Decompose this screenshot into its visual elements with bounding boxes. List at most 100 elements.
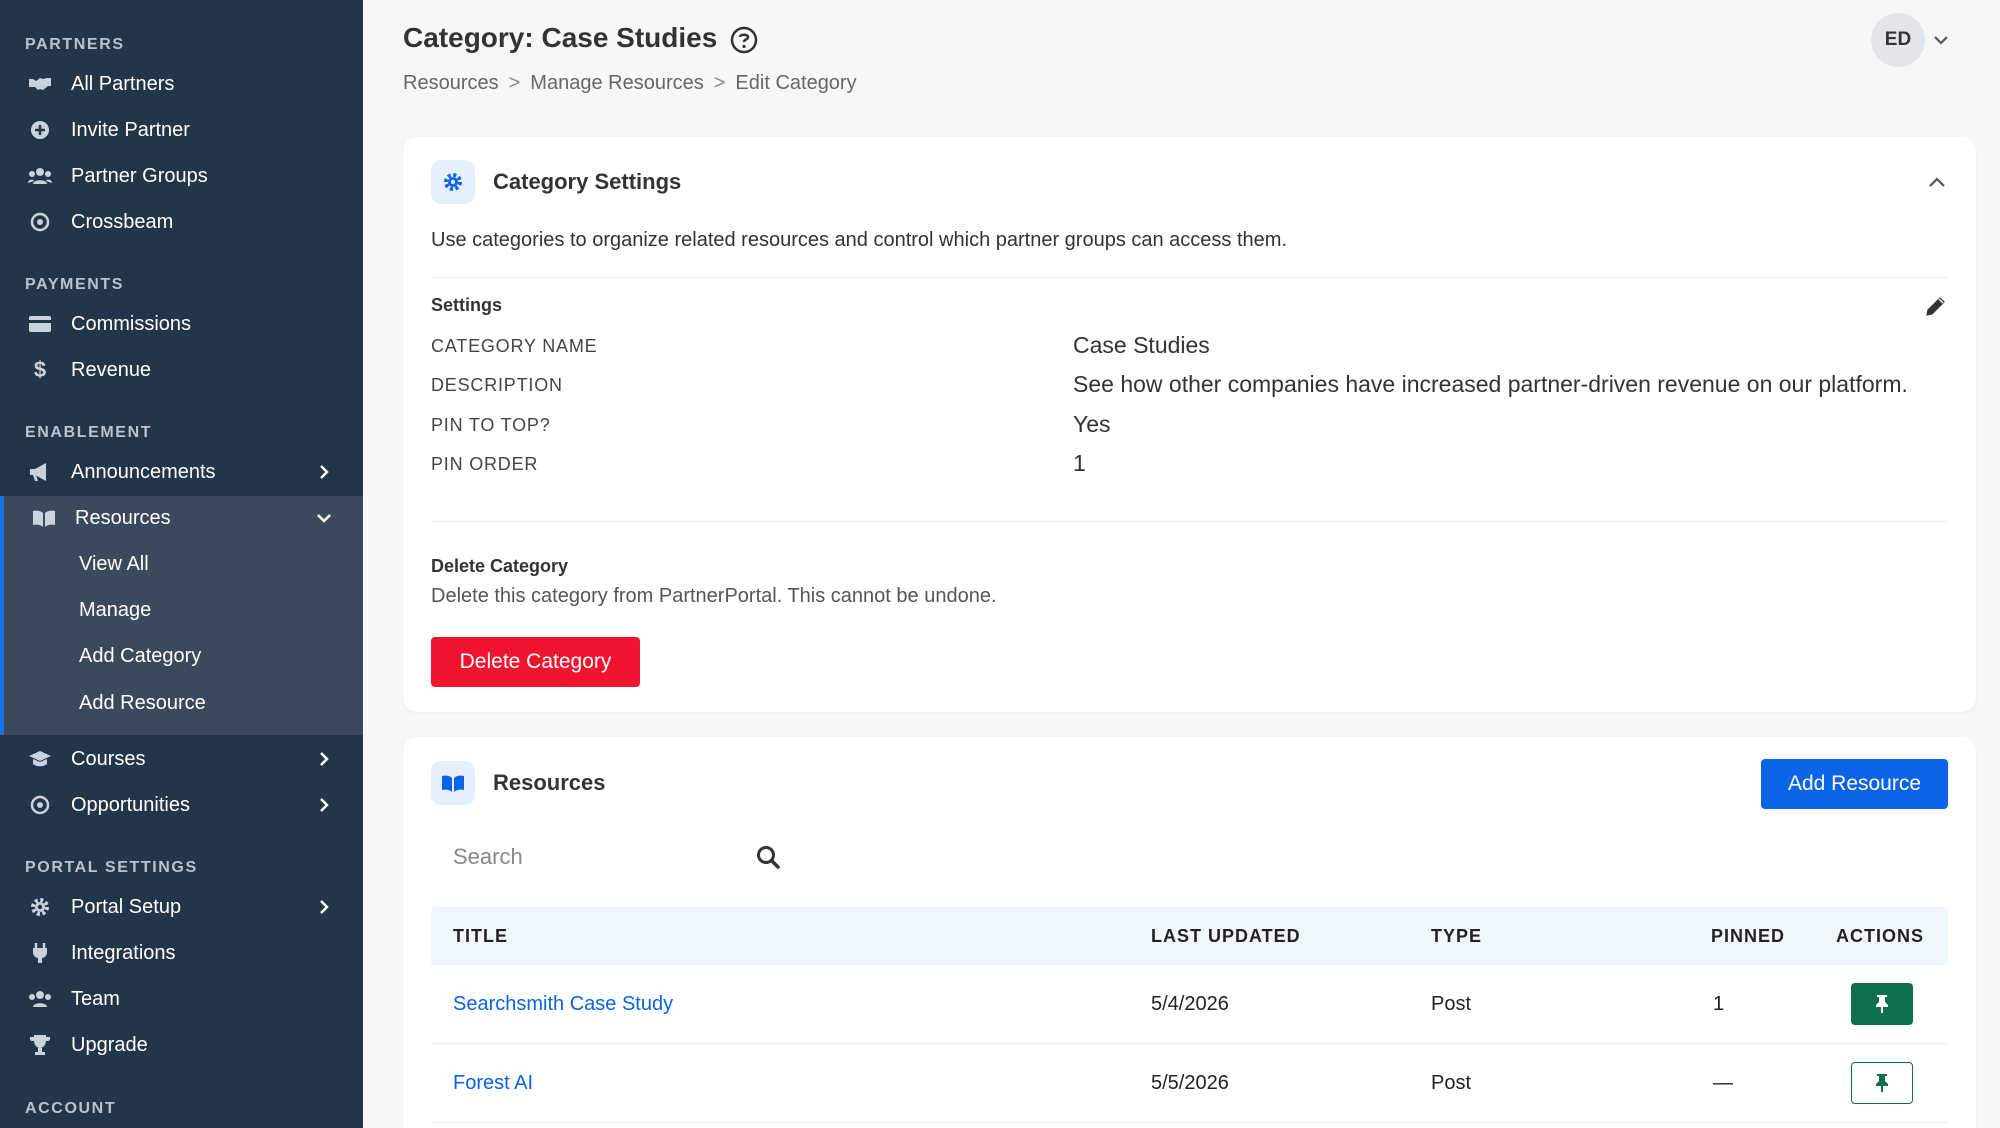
sidebar-item-integrations[interactable]: Integrations bbox=[0, 931, 363, 975]
divider bbox=[431, 521, 1948, 522]
help-icon[interactable] bbox=[730, 26, 758, 54]
breadcrumb-edit-category: Edit Category bbox=[735, 72, 857, 94]
chevron-down-icon[interactable] bbox=[1932, 31, 1950, 49]
chevron-right-icon bbox=[320, 465, 329, 479]
card-description: Use categories to organize related resou… bbox=[431, 229, 1288, 251]
sidebar-item-team[interactable]: Team bbox=[0, 977, 363, 1021]
sidebar-item-all-partners[interactable]: All Partners bbox=[0, 62, 363, 106]
sidebar: PARTNERS All Partners Invite Partner Par… bbox=[0, 0, 363, 1128]
cell-last-updated: 5/4/2026 bbox=[1151, 993, 1229, 1015]
sidebar-item-commissions[interactable]: Commissions bbox=[0, 302, 363, 346]
cell-pinned: 1 bbox=[1713, 993, 1725, 1015]
add-resource-button[interactable]: Add Resource bbox=[1761, 759, 1948, 809]
users-icon bbox=[27, 163, 53, 189]
sidebar-item-label: Announcements bbox=[71, 460, 216, 483]
field-label-pin-order: PIN ORDER bbox=[431, 454, 539, 474]
column-header-type[interactable]: TYPE bbox=[1431, 926, 1482, 947]
sidebar-item-announcements[interactable]: Announcements bbox=[0, 450, 363, 494]
breadcrumb-resources[interactable]: Resources bbox=[403, 72, 499, 95]
trophy-icon bbox=[27, 1032, 53, 1058]
target-icon bbox=[27, 792, 53, 818]
section-title-enablement: ENABLEMENT bbox=[25, 424, 153, 441]
delete-description: Delete this category from PartnerPortal.… bbox=[431, 585, 997, 607]
sidebar-item-label: Commissions bbox=[71, 312, 192, 335]
sidebar-item-label: Revenue bbox=[71, 358, 152, 381]
sidebar-item-label: Crossbeam bbox=[71, 210, 174, 233]
submenu-manage[interactable]: Manage bbox=[79, 599, 151, 622]
cell-type: Post bbox=[1431, 1072, 1472, 1094]
pencil-icon[interactable] bbox=[1924, 294, 1948, 318]
pin-button[interactable] bbox=[1851, 1062, 1913, 1104]
unpin-button[interactable] bbox=[1851, 983, 1913, 1025]
field-label-category-name: CATEGORY NAME bbox=[431, 336, 598, 356]
resource-title-link[interactable]: Searchsmith Case Study bbox=[453, 993, 673, 1016]
section-title-account: ACCOUNT bbox=[25, 1100, 117, 1117]
sidebar-item-label: Integrations bbox=[71, 941, 176, 964]
sidebar-item-opportunities[interactable]: Opportunities bbox=[0, 783, 363, 827]
divider bbox=[431, 277, 1948, 278]
sidebar-item-resources[interactable]: Resources bbox=[0, 496, 363, 540]
table-row: Searchsmith Case Study 5/4/2026 Post 1 bbox=[431, 965, 1948, 1044]
sidebar-item-revenue[interactable]: $ Revenue bbox=[0, 348, 363, 392]
table-row: Forest AI 5/5/2026 Post — bbox=[431, 1044, 1948, 1123]
sidebar-item-portal-setup[interactable]: Portal Setup bbox=[0, 885, 363, 929]
breadcrumb: Resources > Manage Resources > Edit Cate… bbox=[403, 72, 857, 95]
pin-icon bbox=[1876, 995, 1888, 1013]
sidebar-item-label: Portal Setup bbox=[71, 895, 182, 918]
sidebar-item-courses[interactable]: Courses bbox=[0, 737, 363, 781]
column-header-actions: ACTIONS bbox=[1836, 926, 1924, 946]
column-header-pinned[interactable]: PINNED bbox=[1711, 926, 1785, 947]
field-value-category-name: Case Studies bbox=[1073, 332, 1210, 358]
handshake-icon bbox=[27, 71, 53, 97]
cell-pinned: — bbox=[1713, 1072, 1733, 1094]
sidebar-item-label: Upgrade bbox=[71, 1033, 148, 1056]
resources-table: TITLE LAST UPDATED TYPE PINNED ACTIONS S… bbox=[431, 907, 1948, 1123]
submenu-add-resource[interactable]: Add Resource bbox=[79, 692, 206, 715]
submenu-view-all[interactable]: View All bbox=[79, 553, 149, 576]
sidebar-item-label: Partner Groups bbox=[71, 164, 208, 187]
column-header-last-updated[interactable]: LAST UPDATED bbox=[1151, 926, 1301, 947]
page-title: Category: Case Studies bbox=[403, 22, 718, 53]
delete-category-button[interactable]: Delete Category bbox=[431, 637, 640, 687]
sidebar-item-label: All Partners bbox=[71, 72, 175, 95]
users-icon bbox=[27, 986, 53, 1012]
chevron-up-icon[interactable] bbox=[1926, 172, 1948, 194]
sidebar-item-label: Resources bbox=[75, 506, 171, 529]
plug-icon bbox=[27, 940, 53, 966]
field-label-description: DESCRIPTION bbox=[431, 375, 563, 395]
sidebar-item-label: Opportunities bbox=[71, 793, 190, 816]
section-title-payments: PAYMENTS bbox=[25, 276, 125, 293]
dollar-icon: $ bbox=[33, 357, 47, 382]
submenu-add-category[interactable]: Add Category bbox=[79, 645, 201, 668]
section-title-partners: PARTNERS bbox=[25, 36, 125, 53]
category-settings-card: Category Settings Use categories to orga… bbox=[403, 137, 1976, 712]
sidebar-item-label: Invite Partner bbox=[71, 118, 190, 141]
card-title: Resources bbox=[493, 770, 606, 795]
section-title-portal-settings: PORTAL SETTINGS bbox=[25, 859, 198, 876]
credit-card-icon bbox=[27, 311, 53, 337]
sidebar-item-label: Team bbox=[71, 987, 120, 1010]
sidebar-item-invite-partner[interactable]: Invite Partner bbox=[0, 108, 363, 152]
cell-last-updated: 5/5/2026 bbox=[1151, 1072, 1229, 1094]
chevron-down-icon bbox=[317, 514, 331, 523]
field-value-pin-to-top: Yes bbox=[1073, 411, 1111, 437]
field-value-pin-order: 1 bbox=[1073, 450, 1086, 476]
pin-icon bbox=[1876, 1074, 1888, 1092]
settings-icon bbox=[431, 160, 475, 204]
sidebar-item-crossbeam[interactable]: Crossbeam bbox=[0, 200, 363, 244]
column-header-title[interactable]: TITLE bbox=[453, 926, 508, 947]
resource-title-link[interactable]: Forest AI bbox=[453, 1072, 533, 1095]
search-input[interactable] bbox=[453, 837, 703, 877]
sidebar-item-label: Courses bbox=[71, 747, 146, 770]
avatar[interactable]: ED bbox=[1871, 13, 1925, 67]
sidebar-item-partner-groups[interactable]: Partner Groups bbox=[0, 154, 363, 198]
breadcrumb-separator: > bbox=[508, 72, 521, 94]
breadcrumb-manage-resources[interactable]: Manage Resources bbox=[530, 72, 703, 95]
search-icon[interactable] bbox=[755, 844, 781, 870]
megaphone-icon bbox=[27, 459, 53, 485]
plus-circle-icon bbox=[27, 117, 53, 143]
field-label-pin-to-top: PIN TO TOP? bbox=[431, 415, 551, 435]
settings-heading: Settings bbox=[431, 295, 503, 315]
sidebar-item-upgrade[interactable]: Upgrade bbox=[0, 1023, 363, 1067]
chevron-right-icon bbox=[320, 900, 329, 914]
